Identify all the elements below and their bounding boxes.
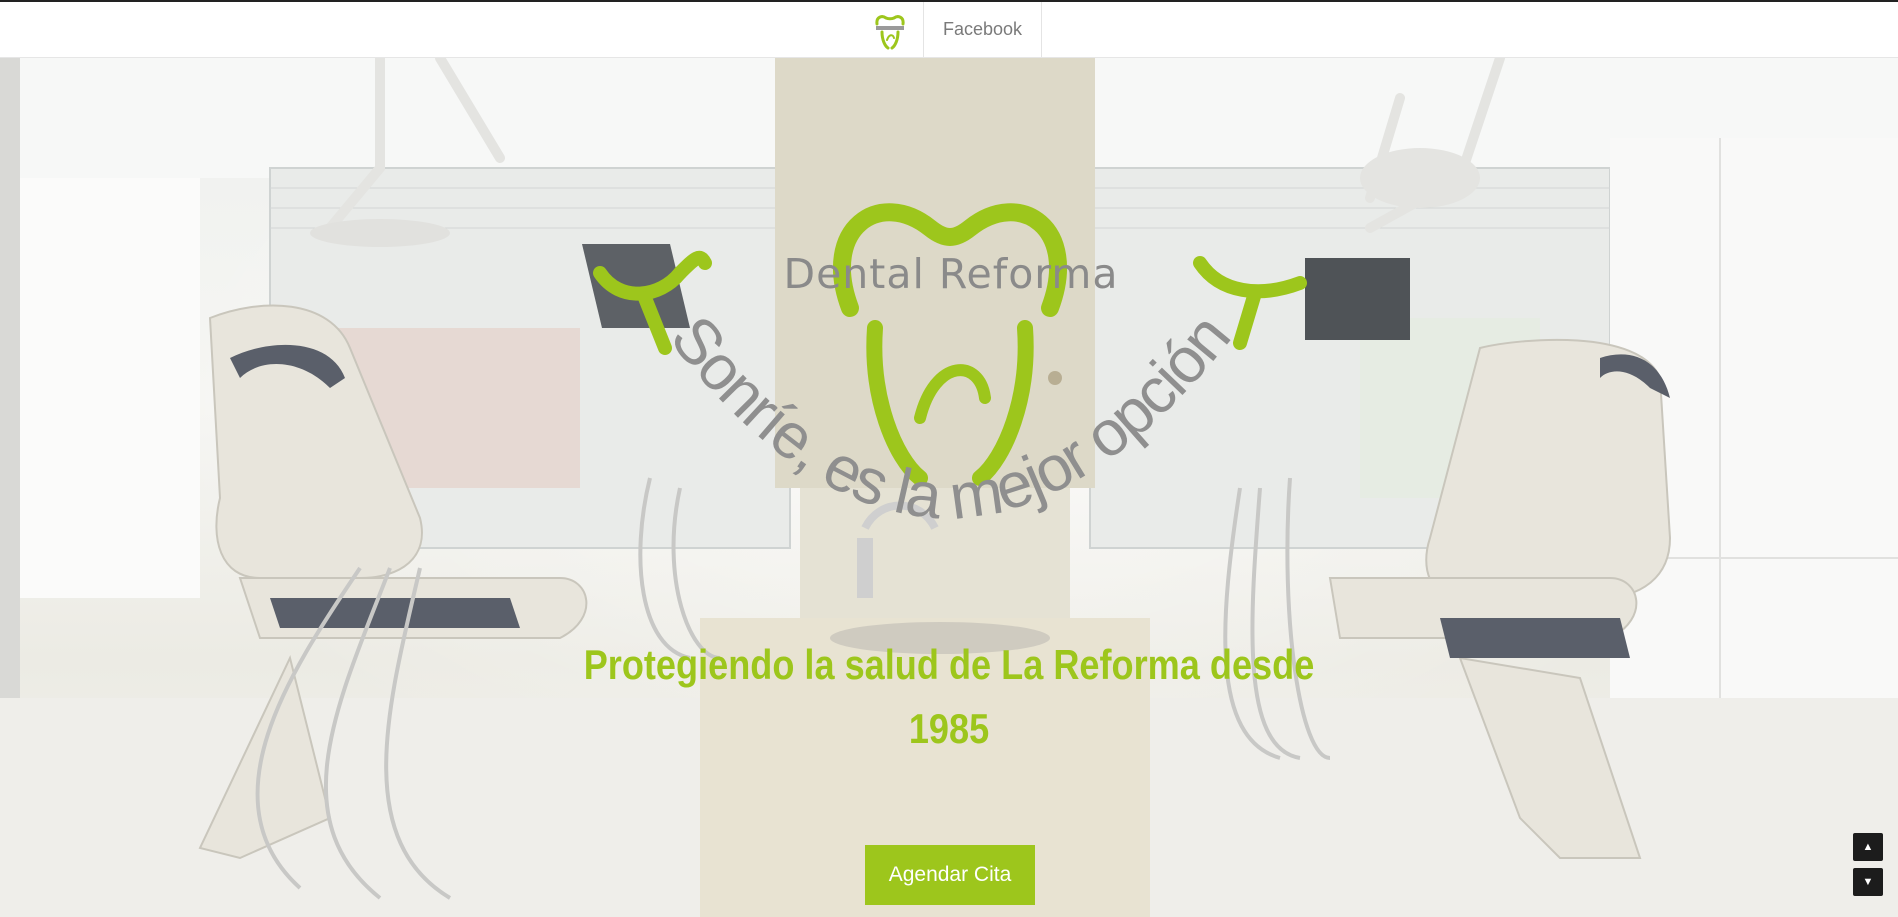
navbar: Facebook (0, 2, 1898, 58)
tagline-text: Sonríe, es la mejor opción (657, 302, 1243, 534)
tagline-graphic: Sonríe, es la mejor opción (593, 250, 1307, 534)
book-appointment-button[interactable]: Agendar Cita (865, 845, 1035, 905)
headline-line-2: 1985 (908, 705, 990, 752)
scroll-down-button[interactable]: ▼ (1853, 868, 1883, 896)
tooth-logo-icon (875, 14, 905, 49)
arrow-down-icon: ▼ (1862, 876, 1874, 888)
headline-line-1: Protegiendo la salud de La Reforma desde (583, 641, 1315, 688)
nav-inner: Facebook (857, 2, 1043, 57)
scroll-up-button[interactable]: ▲ (1853, 833, 1883, 861)
facebook-link[interactable]: Facebook (923, 2, 1043, 57)
hero-section: Dental Reforma Sonríe, es la mejor opció… (0, 58, 1898, 917)
arrow-up-icon: ▲ (1862, 841, 1874, 853)
nav-logo-link[interactable] (857, 2, 923, 57)
hero-headline: Protegiendo la salud de La Reforma desde… (580, 633, 1318, 761)
